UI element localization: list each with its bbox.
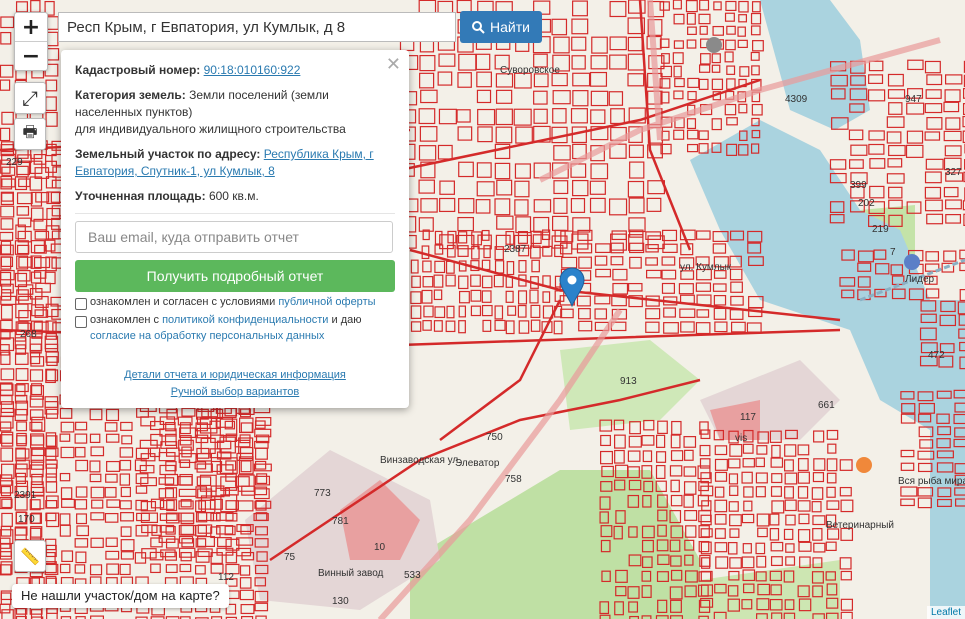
privacy-checkbox[interactable] bbox=[75, 316, 87, 328]
search-button[interactable]: Найти bbox=[460, 11, 542, 43]
map-label: 268 bbox=[20, 329, 37, 340]
map-label: 4309 bbox=[785, 94, 808, 105]
cadastral-number-link[interactable]: 90:18:010160:922 bbox=[204, 63, 301, 77]
offer-text: ознакомлен и согласен с условиями bbox=[90, 296, 276, 308]
map-label: Элеватор bbox=[455, 458, 500, 469]
map-label: ул. Кумлык bbox=[680, 262, 732, 273]
map-label: 399 bbox=[850, 180, 867, 191]
area-label: Уточненная площадь: bbox=[75, 189, 206, 203]
zoom-out-button[interactable]: − bbox=[15, 41, 47, 70]
manual-select-link[interactable]: Ручной выбор вариантов bbox=[61, 386, 409, 398]
parcel-info-popup: ✕ Кадастровый номер: 90:18:010160:922 Ка… bbox=[61, 50, 409, 408]
map-label: 758 bbox=[505, 474, 522, 485]
map-label: 327 bbox=[945, 167, 962, 178]
map-label: 913 bbox=[620, 376, 637, 387]
privacy-text: ознакомлен с bbox=[90, 314, 160, 326]
zoom-control: + − bbox=[14, 12, 48, 71]
map-label: 130 bbox=[332, 596, 349, 607]
details-link[interactable]: Детали отчета и юридическая информация bbox=[61, 369, 409, 381]
building-icon bbox=[706, 37, 722, 53]
category-value-3: для индивидуального жилищного строительс… bbox=[75, 122, 346, 136]
address-link-2[interactable]: Евпатория, Спутник-1, ул Кумлык, 8 bbox=[75, 163, 275, 179]
map-label: 10 bbox=[374, 542, 386, 553]
offer-link[interactable]: публичной оферты bbox=[278, 296, 375, 308]
map-label: 661 bbox=[818, 400, 835, 411]
map-label: Вся рыба мира bbox=[898, 475, 965, 487]
map-label: 75 bbox=[284, 552, 296, 563]
privacy-text-2: и даю bbox=[331, 314, 362, 326]
map-label: 117 bbox=[740, 412, 756, 423]
ruler-icon: 📏 bbox=[20, 546, 40, 566]
consent-link[interactable]: согласие на обработку персональных данны… bbox=[90, 330, 324, 342]
offer-checkbox[interactable] bbox=[75, 298, 87, 310]
map-label: 170 bbox=[18, 514, 35, 525]
map-label: 472 bbox=[928, 350, 945, 361]
map-label: Ветеринарный bbox=[826, 520, 894, 531]
address-link[interactable]: Республика Крым, г bbox=[264, 147, 374, 161]
map-label: Винный завод bbox=[318, 568, 384, 579]
divider bbox=[75, 213, 395, 214]
map-label: 202 bbox=[858, 198, 875, 209]
fish-shop-icon bbox=[856, 457, 872, 473]
zoom-in-button[interactable]: + bbox=[15, 13, 47, 41]
map-label: 533 bbox=[404, 570, 421, 581]
search-icon bbox=[472, 20, 485, 34]
fullscreen-button[interactable]: ⤢ bbox=[14, 82, 46, 114]
map-label: Лидер bbox=[905, 274, 935, 285]
expand-icon: ⤢ bbox=[22, 86, 38, 110]
map-label: 947 bbox=[905, 94, 922, 105]
shop-icon bbox=[904, 254, 920, 270]
map-label: 2391 bbox=[14, 490, 37, 501]
map-label: 229 bbox=[6, 157, 23, 168]
not-found-button[interactable]: Не нашли участок/дом на карте? bbox=[12, 584, 229, 608]
map-label: 750 bbox=[486, 432, 503, 443]
category-value-2: населенных пунктов) bbox=[75, 105, 193, 119]
get-report-button[interactable]: Получить подробный отчет bbox=[75, 260, 395, 292]
search-button-label: Найти bbox=[490, 19, 530, 35]
cadastral-label: Кадастровый номер: bbox=[75, 63, 201, 77]
map-label: vis bbox=[735, 433, 747, 444]
map-label: Суворовское bbox=[500, 65, 560, 76]
map-label: 2387 bbox=[504, 244, 527, 255]
map-label: 773 bbox=[314, 488, 331, 499]
address-label: Земельный участок по адресу: bbox=[75, 147, 261, 161]
email-input[interactable]: Ваш email, куда отправить отчет bbox=[75, 221, 393, 253]
map-label: 219 bbox=[872, 224, 889, 235]
area-value: 600 кв.м. bbox=[208, 189, 259, 203]
map-label: Винзаводская ул. bbox=[380, 455, 461, 466]
ruler-button[interactable]: 📏 bbox=[14, 540, 46, 572]
category-value: Земли поселений (земли bbox=[189, 88, 329, 102]
printer-icon: 🖶 bbox=[22, 121, 38, 141]
attribution[interactable]: Leaflet bbox=[926, 606, 965, 619]
close-icon[interactable]: ✕ bbox=[386, 54, 401, 75]
map-label: 781 bbox=[332, 516, 349, 527]
search-input[interactable]: Респ Крым, г Евпатория, ул Кумлык, д 8 bbox=[58, 12, 456, 42]
category-label: Категория земель: bbox=[75, 88, 186, 102]
map-label: 112 bbox=[218, 572, 234, 583]
map-label: 7 bbox=[890, 247, 896, 258]
privacy-link[interactable]: политикой конфиденциальности bbox=[162, 314, 328, 326]
print-button[interactable]: 🖶 bbox=[14, 118, 46, 150]
